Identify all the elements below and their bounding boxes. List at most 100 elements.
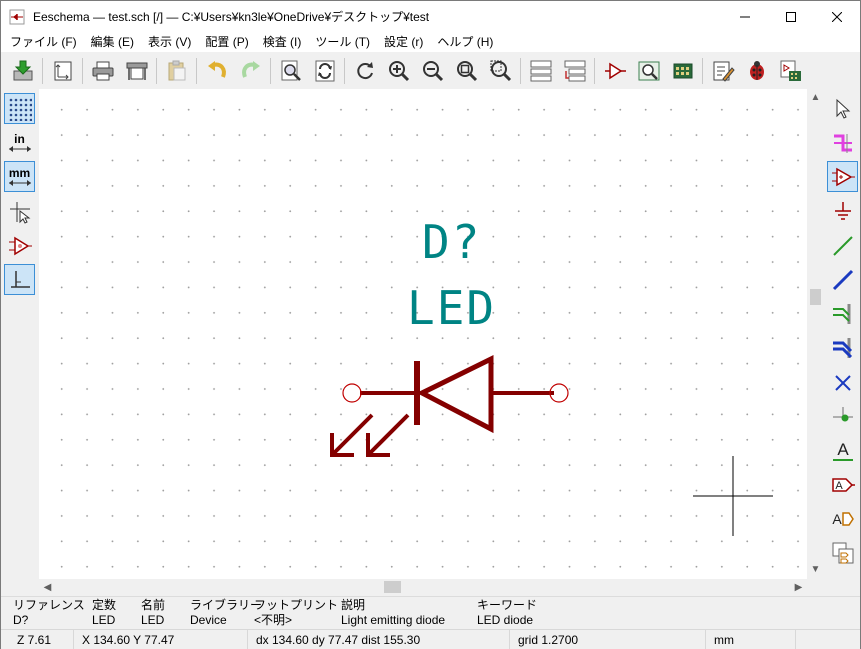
hier-label-icon: A — [832, 511, 854, 527]
msg-header: 名前 — [141, 598, 166, 612]
scroll-up-icon[interactable]: ▲ — [807, 89, 824, 105]
toolbar-separator — [594, 58, 595, 84]
find-icon — [281, 60, 301, 81]
add-junction-button[interactable] — [827, 401, 858, 432]
erc-button[interactable] — [741, 55, 772, 87]
window-title: Eeschema — test.sch [/] — C:¥Users¥kn3le… — [33, 10, 430, 24]
msg-value: Device — [190, 613, 227, 627]
msg-header: 説明 — [341, 598, 366, 612]
zoom-fit-icon — [456, 61, 477, 82]
symbol-browser-button[interactable] — [633, 55, 664, 87]
zoom-selection-button[interactable] — [485, 55, 516, 87]
svg-text:A: A — [835, 480, 843, 492]
toolbar-separator — [42, 58, 43, 84]
units-inch-button[interactable]: in — [4, 127, 35, 158]
hierarchy-navigator-button[interactable] — [525, 55, 556, 87]
grid-toggle-button[interactable] — [4, 93, 35, 124]
undo-icon — [207, 61, 226, 78]
maximize-button[interactable] — [768, 1, 814, 32]
add-bus-button[interactable] — [827, 264, 858, 295]
eeschema-window: Eeschema — test.sch [/] — C:¥Users¥kn3le… — [0, 0, 861, 649]
menu-file[interactable]: ファイル (F) — [3, 32, 84, 52]
symbol-editor-icon — [604, 62, 626, 80]
status-delta: dx 134.60 dy 77.47 dist 155.30 — [247, 630, 509, 649]
plot-button[interactable] — [121, 55, 152, 87]
menu-inspect[interactable]: 検査 (I) — [256, 32, 309, 52]
minimize-button[interactable] — [722, 1, 768, 32]
units-inch-icon — [8, 145, 31, 152]
vertical-scroll-thumb[interactable] — [810, 289, 821, 305]
toolbar-separator — [196, 58, 197, 84]
scroll-down-icon[interactable]: ▼ — [807, 561, 824, 577]
bus-bus-entry-button[interactable] — [827, 332, 858, 363]
close-button[interactable] — [814, 1, 860, 32]
save-icon — [13, 60, 32, 81]
wire-bus-entry-button[interactable] — [827, 298, 858, 329]
schematic-canvas[interactable]: D? LED — [39, 89, 807, 579]
msg-name: 名前 LED — [141, 598, 165, 628]
horizontal-scrollbar[interactable]: ◀ ▶ — [39, 579, 807, 595]
cursor-style-button[interactable] — [4, 196, 35, 227]
no-connect-button[interactable] — [827, 367, 858, 398]
add-hier-sheet-button[interactable] — [827, 537, 858, 568]
vertical-scrollbar[interactable]: ▲ ▼ — [807, 89, 824, 579]
hidden-pins-button[interactable] — [4, 230, 35, 261]
netlist-button[interactable] — [775, 55, 806, 87]
annotate-button[interactable] — [707, 55, 738, 87]
highlight-net-button[interactable] — [827, 127, 858, 158]
paste-button[interactable] — [161, 55, 192, 87]
status-cursor-position: X 134.60 Y 77.47 — [73, 630, 247, 649]
zoom-out-button[interactable] — [417, 55, 448, 87]
redo-button[interactable] — [235, 55, 266, 87]
msg-reference: リファレンス D? — [13, 598, 85, 628]
left-toolbar: in mm — [1, 89, 39, 596]
add-symbol-button[interactable] — [827, 161, 858, 192]
find-button[interactable] — [275, 55, 306, 87]
msg-keywords: キーワード LED diode — [477, 598, 537, 628]
menu-place[interactable]: 配置 (P) — [198, 32, 255, 52]
menu-help[interactable]: ヘルプ (H) — [430, 32, 500, 52]
toolbar-separator — [156, 58, 157, 84]
add-wire-icon — [832, 235, 853, 256]
menu-edit[interactable]: 編集 (E) — [84, 32, 141, 52]
undo-button[interactable] — [201, 55, 232, 87]
toolbar-separator — [344, 58, 345, 84]
horizontal-scroll-thumb[interactable] — [384, 581, 401, 593]
toolbar-separator — [82, 58, 83, 84]
add-net-label-button[interactable]: A — [827, 435, 858, 466]
zoom-in-button[interactable] — [383, 55, 414, 87]
add-hier-label-button[interactable]: A — [827, 503, 858, 534]
find-replace-button[interactable] — [309, 55, 340, 87]
add-global-label-button[interactable]: A — [827, 469, 858, 500]
menu-view[interactable]: 表示 (V) — [141, 32, 198, 52]
units-mm-label: mm — [8, 165, 31, 180]
refresh-button[interactable] — [349, 55, 380, 87]
units-mm-icon — [8, 179, 31, 186]
msg-description: 説明 Light emitting diode — [341, 598, 445, 628]
led-anode-triangle — [416, 354, 494, 434]
scroll-right-icon[interactable]: ▶ — [790, 579, 807, 595]
assign-footprints-button[interactable] — [667, 55, 698, 87]
add-power-button[interactable] — [827, 196, 858, 227]
save-button[interactable] — [7, 55, 38, 87]
menu-bar: ファイル (F) 編集 (E) 表示 (V) 配置 (P) 検査 (I) ツール… — [1, 32, 860, 52]
status-units: mm — [705, 630, 795, 649]
menu-tools[interactable]: ツール (T) — [308, 32, 377, 52]
bus-bus-entry-icon — [832, 337, 852, 358]
add-junction-icon — [832, 406, 853, 421]
scroll-left-icon[interactable]: ◀ — [39, 579, 56, 595]
close-icon — [832, 11, 842, 22]
units-mm-button[interactable]: mm — [4, 161, 35, 192]
led-symbol[interactable] — [39, 89, 807, 579]
zoom-fit-button[interactable] — [451, 55, 482, 87]
print-button[interactable] — [87, 55, 118, 87]
leave-sheet-button[interactable] — [559, 55, 590, 87]
symbol-editor-button[interactable] — [599, 55, 630, 87]
wire-45-mode-button[interactable] — [4, 264, 35, 295]
msg-library: ライブラリー Device — [190, 598, 262, 628]
page-settings-button[interactable] — [47, 55, 78, 87]
menu-preferences[interactable]: 設定 (r) — [377, 32, 430, 52]
select-tool-button[interactable] — [827, 93, 858, 124]
msg-header: キーワード — [477, 598, 538, 612]
add-wire-button[interactable] — [827, 230, 858, 261]
